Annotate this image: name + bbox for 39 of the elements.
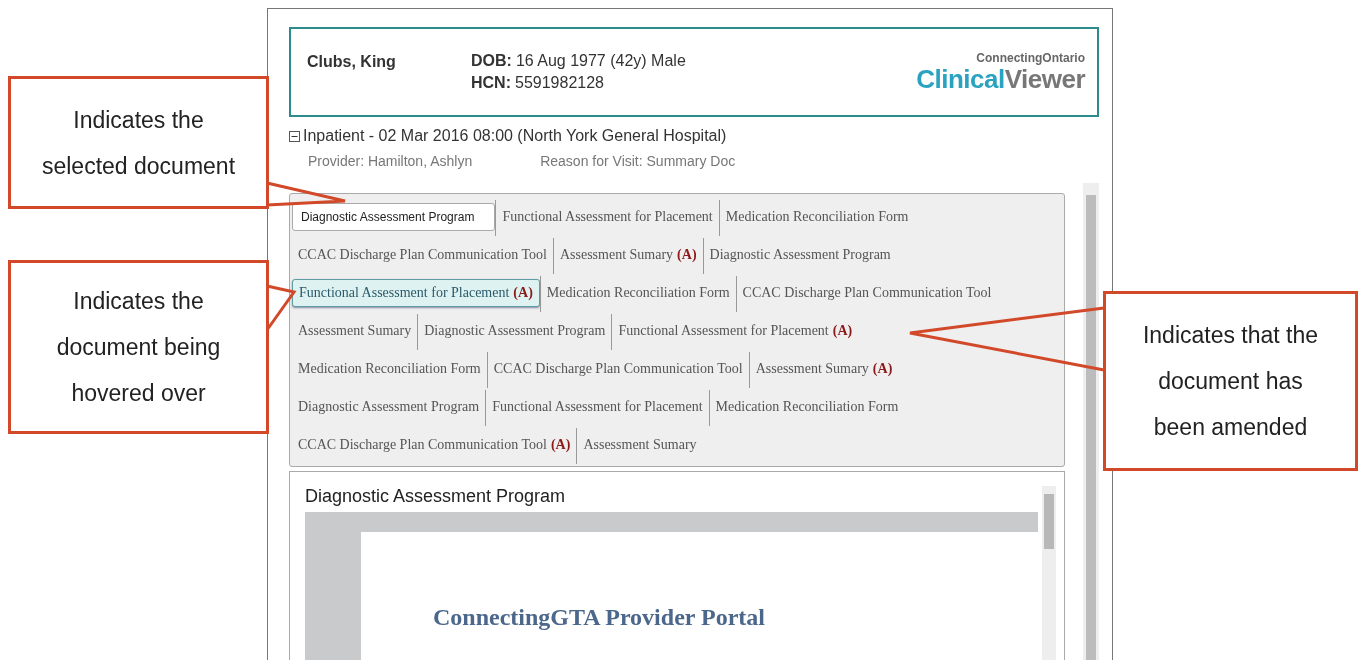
document-tab[interactable]: Functional Assessment for Placement (A) (612, 312, 859, 350)
dob-value: 16 Aug 1977 (42y) Male (515, 52, 686, 70)
document-tab[interactable]: Diagnostic Assessment Program (703, 236, 897, 274)
scrollbar[interactable] (1042, 486, 1056, 660)
dob-label: DOB: (471, 52, 512, 70)
collapse-icon[interactable] (289, 130, 300, 142)
logo-brand: ConnectingOntario (976, 51, 1085, 65)
document-tab[interactable]: Diagnostic Assessment Program (418, 312, 612, 350)
document-tab[interactable]: CCAC Discharge Plan Communication Tool (736, 274, 998, 312)
document-heading: ConnectingGTA Provider Portal (433, 604, 766, 631)
hcn-label: HCN: (471, 74, 511, 92)
document-tab[interactable]: CCAC Discharge Plan Communication Tool (A) (292, 426, 577, 464)
hcn-value: 5591982128 (515, 74, 604, 92)
document-tab[interactable]: Diagnostic Assessment Program (292, 203, 496, 231)
document-tab[interactable]: Functional Assessment for Placement (486, 388, 709, 426)
encounter-title[interactable]: Inpatient - 02 Mar 2016 08:00 (North York General Hospital) (303, 127, 727, 145)
document-tab[interactable]: Medication Reconciliation Form (292, 350, 487, 388)
document-tab[interactable]: Diagnostic Assessment Program (292, 388, 486, 426)
callout-text: Indicates the document being hovered over (8, 260, 269, 434)
patient-name: Clubs, King (307, 53, 397, 71)
document-tab[interactable]: CCAC Discharge Plan Communication Tool (292, 236, 553, 274)
document-tab[interactable]: Assessment Sumary (577, 426, 703, 464)
callout-text: Indicates the selected document (8, 76, 269, 209)
scrollbar[interactable] (1083, 183, 1099, 660)
visit-reason-text: Reason for Visit: Summary Doc (540, 153, 736, 169)
logo-title: ClinicalViewer (916, 65, 1085, 93)
callout-text: Indicates that the document has been amended (1103, 291, 1358, 471)
leader-line (265, 284, 297, 331)
document-tab[interactable]: Medication Reconciliation Form (540, 274, 736, 312)
document-tab[interactable]: Assessment Sumary (A) (553, 236, 703, 274)
document-tab[interactable]: Functional Assessment for Placement (496, 198, 719, 236)
document-tab[interactable]: Assessment Sumary (292, 312, 418, 350)
document-tab[interactable]: Assessment Sumary (A) (749, 350, 899, 388)
document-title: Diagnostic Assessment Program (305, 485, 567, 508)
document-tab[interactable]: Medication Reconciliation Form (709, 388, 905, 426)
provider-text: Provider: Hamilton, Ashlyn (308, 153, 473, 169)
document-tab[interactable]: Functional Assessment for Placement (A) (292, 279, 540, 307)
document-tab[interactable]: Medication Reconciliation Form (719, 198, 915, 236)
document-tab[interactable]: CCAC Discharge Plan Communication Tool (487, 350, 749, 388)
